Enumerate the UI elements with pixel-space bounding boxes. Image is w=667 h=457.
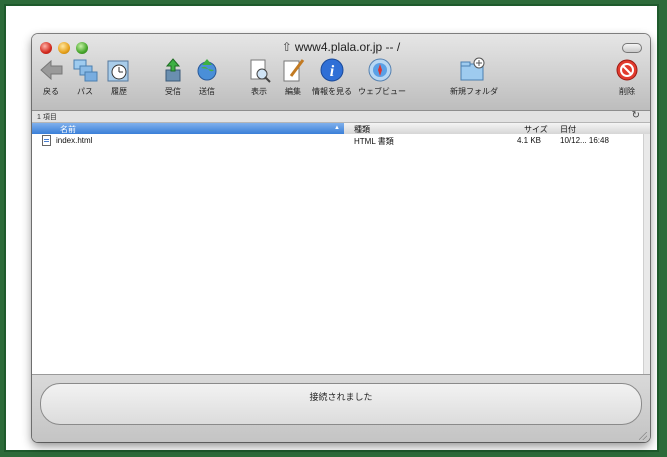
info-icon: i	[318, 56, 346, 84]
up-arrow-icon: ⇧	[281, 40, 292, 54]
history-clock-icon	[105, 56, 133, 84]
new-folder-button[interactable]: 新規フォルダ	[450, 56, 498, 97]
item-count: 1 項目	[37, 114, 57, 121]
view-button[interactable]: 表示	[244, 56, 274, 97]
resize-grip-icon[interactable]	[639, 432, 647, 440]
reload-icon[interactable]: ↻	[632, 110, 640, 121]
web-compass-icon	[366, 56, 394, 84]
delete-button[interactable]: 削除	[612, 56, 642, 97]
toolbar-area: ⇧ www4.plala.or.jp -- / 戻る パス 履歴 受信 送信 表…	[32, 34, 650, 111]
page-frame: ⇧ www4.plala.or.jp -- / 戻る パス 履歴 受信 送信 表…	[4, 4, 659, 452]
window-title-text: www4.plala.or.jp -- /	[294, 40, 401, 54]
file-size: 4.1 KB	[517, 136, 542, 145]
bottom-bar: 接続されました	[32, 374, 650, 442]
delete-label: 削除	[619, 87, 635, 96]
upload-label: 送信	[199, 87, 215, 96]
file-name: index.html	[56, 136, 93, 145]
edit-document-icon	[279, 56, 307, 84]
table-row[interactable]: index.html HTML 書類 4.1 KB 10/12... 16:48	[32, 135, 650, 147]
svg-text:i: i	[330, 63, 335, 80]
sort-arrow-icon: ▲	[334, 125, 340, 131]
history-button[interactable]: 履歴	[104, 56, 134, 97]
edit-label: 編集	[285, 87, 301, 96]
download-button[interactable]: 受信	[158, 56, 188, 97]
view-label: 表示	[251, 87, 267, 96]
upload-globe-icon	[193, 56, 221, 84]
connection-status-text: 接続されました	[309, 392, 373, 402]
delete-icon	[613, 56, 641, 84]
column-name-header[interactable]: 名前 ▲	[32, 123, 344, 134]
download-label: 受信	[165, 87, 181, 96]
webview-label: ウェブビュー	[358, 87, 406, 96]
path-label: パス	[77, 87, 93, 96]
path-button[interactable]: パス	[70, 56, 100, 97]
history-label: 履歴	[111, 87, 127, 96]
window-title: ⇧ www4.plala.or.jp -- /	[32, 40, 650, 54]
connection-status: 接続されました	[40, 383, 642, 425]
item-count-bar: 1 項目 ↻	[32, 110, 650, 123]
edit-button[interactable]: 編集	[278, 56, 308, 97]
webview-button[interactable]: ウェブビュー	[358, 56, 406, 97]
file-kind: HTML 書類	[354, 137, 394, 146]
info-label: 情報を見る	[312, 87, 352, 96]
view-document-icon	[245, 56, 273, 84]
path-folders-icon	[71, 56, 99, 84]
upload-button[interactable]: 送信	[192, 56, 222, 97]
toolbar-toggle-button[interactable]	[622, 43, 642, 53]
new-folder-icon	[458, 56, 486, 84]
back-arrow-icon	[37, 56, 65, 84]
back-label: 戻る	[43, 87, 59, 96]
vertical-scrollbar[interactable]	[643, 134, 650, 374]
download-icon	[159, 56, 187, 84]
html-file-icon	[42, 135, 51, 148]
ftp-window: ⇧ www4.plala.or.jp -- / 戻る パス 履歴 受信 送信 表…	[32, 34, 650, 442]
file-date: 10/12... 16:48	[560, 136, 609, 145]
new-folder-label: 新規フォルダ	[450, 87, 498, 96]
file-list	[32, 134, 650, 374]
info-button[interactable]: i 情報を見る	[312, 56, 352, 97]
back-button[interactable]: 戻る	[36, 56, 66, 97]
